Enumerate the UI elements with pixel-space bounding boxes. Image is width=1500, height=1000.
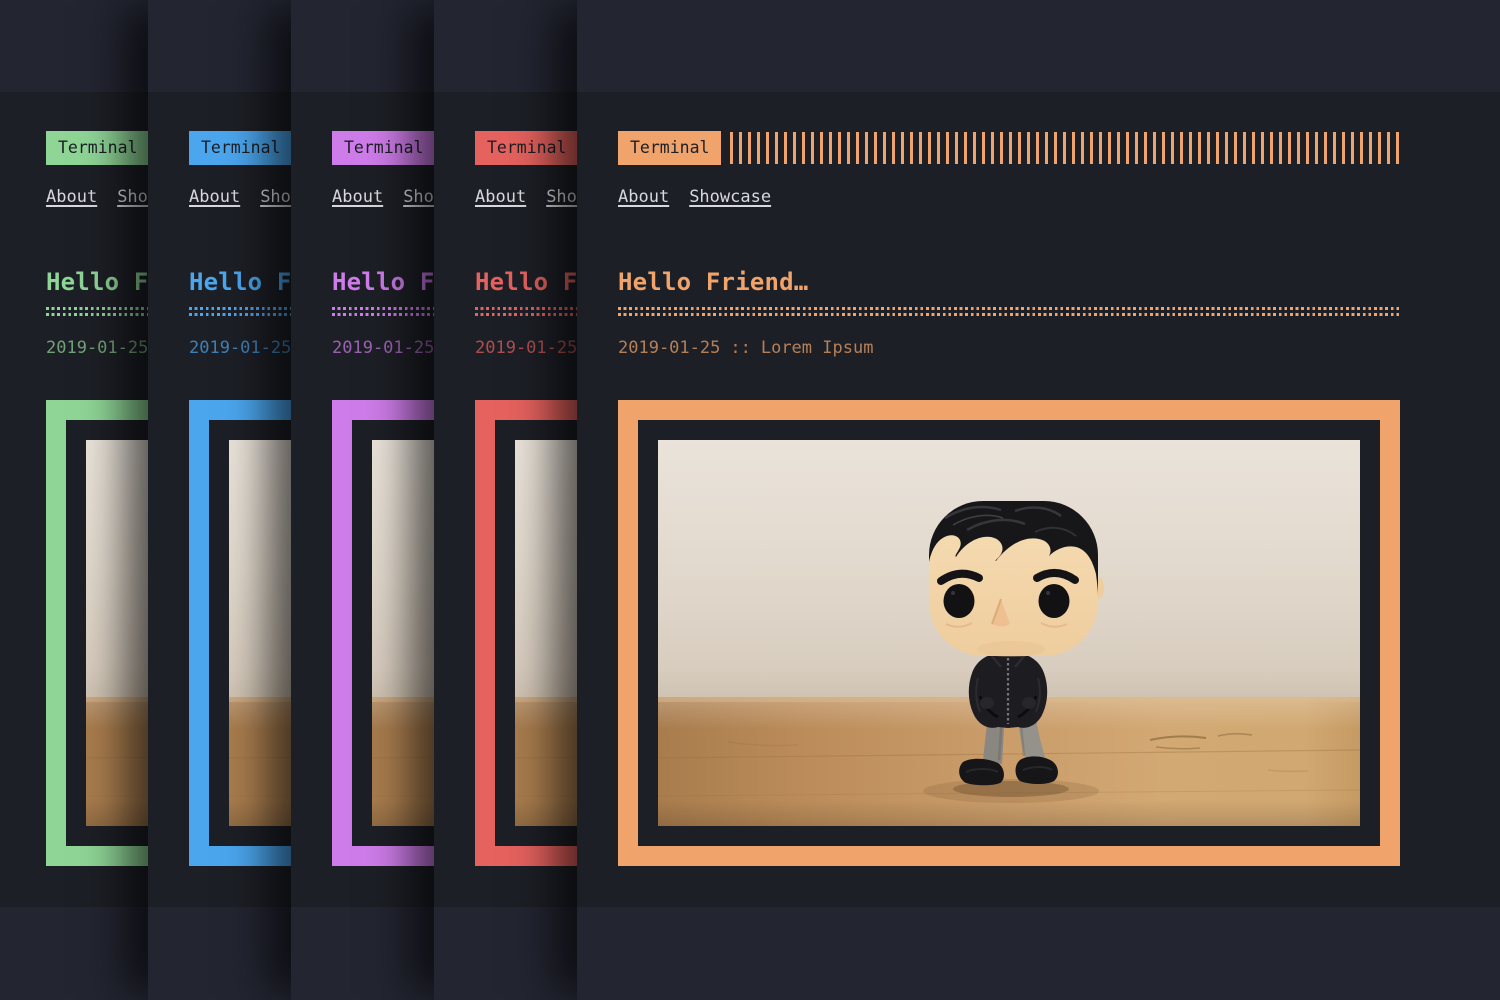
- post-date: 2019-01-25: [475, 338, 577, 358]
- terminal-logo[interactable]: Terminal: [46, 131, 149, 165]
- terminal-logo[interactable]: Terminal: [189, 131, 292, 165]
- dotted-divider: [618, 307, 1400, 319]
- post-date: 2019-01-25: [189, 338, 291, 358]
- post-image-frame: [618, 400, 1400, 866]
- nav-about[interactable]: About: [618, 187, 669, 207]
- nav-about[interactable]: About: [332, 187, 383, 207]
- theme-showcase-montage: Terminal About Showcase Hello Friend… 20…: [0, 0, 1500, 1000]
- theme-panel-orange: Terminal About Showcase Hello Friend… 20…: [577, 0, 1500, 1000]
- post-title[interactable]: Hello Friend…: [618, 268, 808, 296]
- post-date: 2019-01-25: [618, 338, 720, 358]
- logo-decoration-bars: [730, 132, 1400, 164]
- post-meta: 2019-01-25 :: Lorem Ipsum: [618, 338, 873, 358]
- nav-about[interactable]: About: [475, 187, 526, 207]
- meta-separator: ::: [730, 338, 750, 358]
- post-category: Lorem Ipsum: [761, 338, 874, 358]
- terminal-logo[interactable]: Terminal: [332, 131, 435, 165]
- post-date: 2019-01-25: [46, 338, 148, 358]
- terminal-logo[interactable]: Terminal: [475, 131, 578, 165]
- site-header: Terminal: [618, 131, 1400, 165]
- terminal-logo[interactable]: Terminal: [618, 131, 721, 165]
- funko-figure-photo: [658, 440, 1360, 826]
- nav-about[interactable]: About: [189, 187, 240, 207]
- post-date: 2019-01-25: [332, 338, 434, 358]
- nav-showcase[interactable]: Showcase: [689, 187, 771, 207]
- site-menu: About Showcase: [618, 187, 771, 207]
- nav-about[interactable]: About: [46, 187, 97, 207]
